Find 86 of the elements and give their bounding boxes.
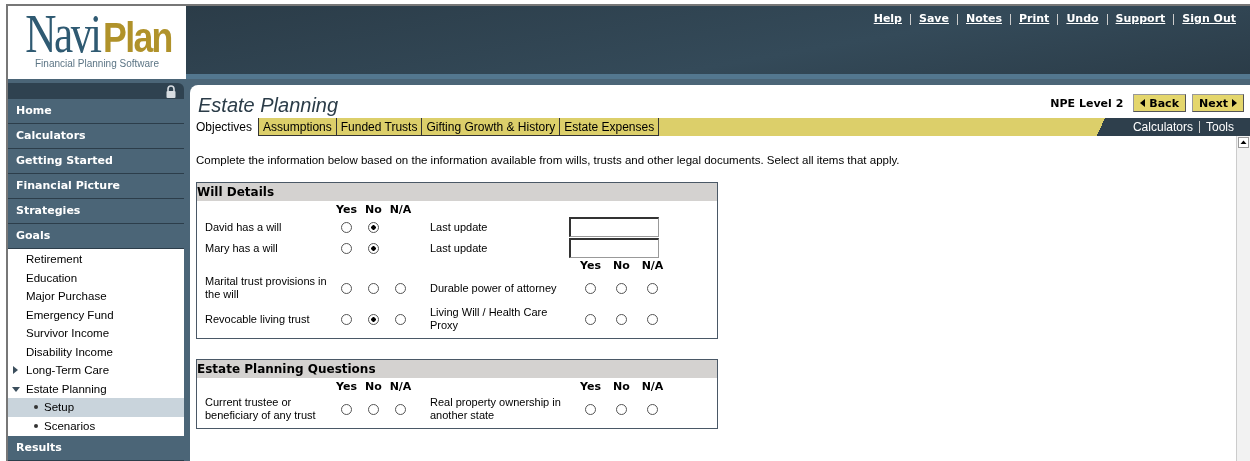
- field-label: Last update: [430, 219, 489, 235]
- radio-button[interactable]: [616, 313, 627, 325]
- question-label: Mary has a will: [205, 240, 279, 256]
- radio-button[interactable]: [616, 282, 627, 294]
- nav-item[interactable]: Survivor Income: [8, 324, 184, 343]
- column-heading: N/A: [389, 203, 412, 216]
- column-heading: Yes: [336, 203, 357, 216]
- expand-icon[interactable]: [13, 366, 18, 374]
- radio-button[interactable]: [395, 403, 406, 415]
- header-link[interactable]: Help: [873, 12, 902, 25]
- nav-item[interactable]: Setup: [8, 398, 184, 417]
- nav-item[interactable]: Scenarios: [8, 416, 184, 435]
- header-link[interactable]: Support: [1115, 12, 1166, 25]
- radio-button[interactable]: [368, 403, 379, 415]
- scrollbar[interactable]: [1236, 136, 1250, 461]
- question-label: David has a will: [205, 219, 283, 235]
- nav-item[interactable]: Estate Planning: [8, 379, 184, 398]
- lock-icon[interactable]: [166, 84, 176, 98]
- header-link[interactable]: Save: [919, 12, 949, 25]
- tab[interactable]: Estate Expenses: [560, 118, 660, 136]
- column-heading: No: [613, 259, 630, 272]
- tab[interactable]: Assumptions: [259, 118, 337, 136]
- nav-item[interactable]: Emergency Fund: [8, 305, 184, 324]
- column-heading: No: [365, 380, 382, 393]
- radio-button[interactable]: [395, 313, 406, 325]
- logo-tagline: Financial Planning Software: [35, 58, 159, 69]
- section-title: Estate Planning Questions: [197, 360, 717, 378]
- column-heading: No: [613, 380, 630, 393]
- nav-item[interactable]: Long-Term Care: [8, 361, 184, 380]
- radio-button[interactable]: [585, 282, 596, 294]
- date-field[interactable]: [569, 217, 659, 237]
- tab[interactable]: Funded Trusts: [336, 118, 423, 136]
- question-label: Real property ownership in another state: [430, 395, 562, 423]
- date-field[interactable]: [569, 238, 659, 258]
- tools-link[interactable]: Tools: [1206, 120, 1234, 134]
- scroll-up-icon[interactable]: [1238, 137, 1249, 148]
- column-heading: N/A: [641, 259, 664, 272]
- instruction-text: Complete the information below based on the information available from wills, trusts and other legal documents. Select all items that apply.: [196, 154, 901, 166]
- page-title: Estate Planning: [198, 93, 339, 118]
- level-label: NPE Level 2: [1050, 96, 1124, 110]
- bullet-icon: [34, 405, 38, 409]
- question-label: Marital trust provisions in the will: [205, 274, 328, 302]
- tab[interactable]: Objectives: [190, 118, 260, 136]
- question-label: Current trustee or beneficiary of any trust: [205, 395, 317, 423]
- header-link[interactable]: Sign Out: [1182, 12, 1236, 25]
- nav-item[interactable]: Major Purchase: [8, 287, 184, 306]
- field-label: Last update: [430, 240, 489, 256]
- question-label: Revocable living trust: [205, 311, 311, 327]
- radio-button[interactable]: [341, 313, 352, 325]
- header-link[interactable]: Print: [1019, 12, 1050, 25]
- nav-item[interactable]: Retirement: [8, 250, 184, 269]
- nav-item[interactable]: Education: [8, 268, 184, 287]
- radio-button[interactable]: [647, 313, 658, 325]
- radio-button[interactable]: [585, 313, 596, 325]
- header-link[interactable]: Undo: [1066, 12, 1099, 25]
- column-heading: Yes: [580, 259, 601, 272]
- back-button[interactable]: Back: [1133, 94, 1186, 112]
- column-heading: N/A: [641, 380, 664, 393]
- tab[interactable]: Gifting Growth & History: [422, 118, 561, 136]
- column-heading: Yes: [336, 380, 357, 393]
- radio-button[interactable]: [616, 403, 627, 415]
- radio-button[interactable]: [368, 282, 379, 294]
- radio-button[interactable]: [341, 403, 352, 415]
- radio-button[interactable]: [395, 282, 406, 294]
- logo-text: Navi: [25, 10, 100, 58]
- header-link[interactable]: Notes: [966, 12, 1002, 25]
- radio-button[interactable]: [368, 221, 379, 233]
- radio-button[interactable]: [368, 313, 379, 325]
- radio-button[interactable]: [341, 221, 352, 233]
- column-heading: N/A: [389, 380, 412, 393]
- radio-button[interactable]: [341, 282, 352, 294]
- column-heading: Yes: [580, 380, 601, 393]
- nav-item[interactable]: Disability Income: [8, 342, 184, 361]
- expand-icon[interactable]: [12, 386, 20, 392]
- radio-button[interactable]: [647, 282, 658, 294]
- radio-button[interactable]: [647, 403, 658, 415]
- column-heading: No: [365, 203, 382, 216]
- radio-button[interactable]: [341, 242, 352, 254]
- section-title: Will Details: [197, 183, 717, 201]
- question-label: Durable power of attorney: [430, 280, 558, 296]
- radio-button[interactable]: [368, 242, 379, 254]
- bullet-icon: [34, 423, 38, 428]
- tools-link[interactable]: Calculators: [1132, 120, 1193, 134]
- question-label: Living Will / Health Care Proxy: [430, 305, 549, 333]
- next-button[interactable]: Next: [1191, 94, 1244, 112]
- radio-button[interactable]: [585, 403, 596, 415]
